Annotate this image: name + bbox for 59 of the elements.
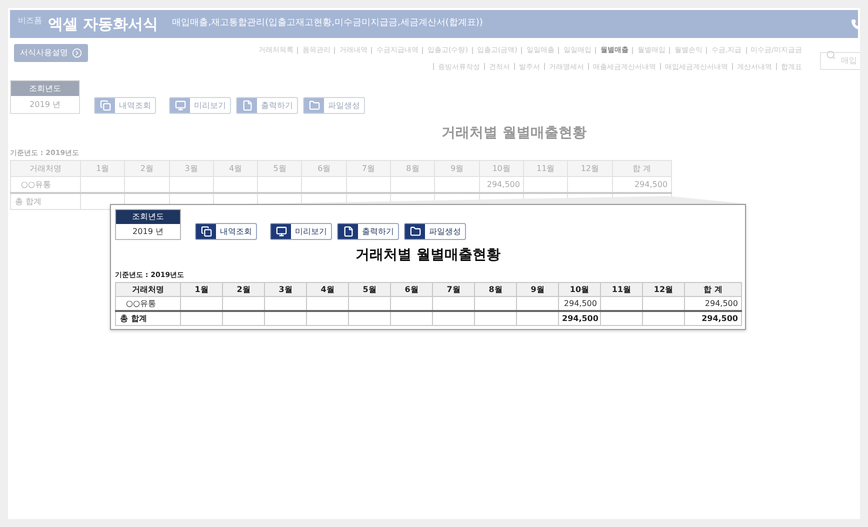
column-header: 1월 [80, 160, 125, 176]
search-icon [826, 50, 836, 60]
toolbar-button[interactable]: 파일생성 [404, 223, 466, 240]
header-subtitle: 매입매출,재고통합관리(입출고재고현황,미수금미지급금,세금계산서(합계표)) [172, 17, 483, 30]
windows-icon [200, 226, 212, 237]
table-cell: ○○유통 [116, 296, 180, 311]
toolbar-button[interactable]: 미리보기 [270, 223, 332, 240]
monitor-icon [174, 100, 186, 111]
column-header: 12월 [642, 282, 684, 296]
table-cell: 294,500 [684, 311, 742, 326]
table-cell: ○○유통 [10, 176, 80, 193]
column-header: 3월 [264, 282, 306, 296]
toolbar-button[interactable]: 파일생성 [303, 97, 365, 114]
column-header: 6월 [302, 160, 346, 176]
column-header: 8월 [390, 160, 435, 176]
column-header: 합 계 [612, 160, 672, 176]
table-cell: 총 합계 [10, 193, 80, 210]
monitor-icon [276, 226, 286, 237]
windows-icon [100, 100, 110, 111]
column-header: 2월 [222, 282, 264, 296]
column-header: 10월 [558, 282, 600, 296]
column-header: 10월 [479, 160, 524, 176]
folder-icon [308, 100, 320, 111]
column-header: 7월 [346, 160, 391, 176]
column-header: 7월 [432, 282, 474, 296]
toolbar-button[interactable]: 출력하기 [236, 97, 298, 114]
column-header: 11월 [600, 282, 642, 296]
guide-button[interactable]: 서식사용설명 [14, 44, 88, 62]
column-header: 거래처명 [10, 160, 80, 176]
column-header: 11월 [523, 160, 568, 176]
column-header: 12월 [568, 160, 612, 176]
report-title: 거래처별 월별매출현황 [356, 246, 500, 264]
document-icon [242, 100, 252, 111]
table-cell: 294,500 [558, 311, 600, 326]
report-title: 거래처별 월별매출현황 [442, 124, 586, 142]
year-label: 조회년도 [116, 210, 180, 224]
column-header: 5월 [258, 160, 302, 176]
column-header: 5월 [348, 282, 390, 296]
column-header: 4월 [213, 160, 258, 176]
column-header: 3월 [169, 160, 214, 176]
column-header: 9월 [516, 282, 558, 296]
column-header: 합 계 [684, 282, 742, 296]
toolbar-button[interactable]: 출력하기 [337, 223, 399, 240]
toolbar-button[interactable]: 내역조회 [94, 97, 156, 114]
table-cell: 총 합계 [116, 311, 180, 326]
year-label: 조회년도 [11, 81, 79, 96]
header-title: 엑셀 자동화서식 [48, 14, 158, 35]
column-header: 6월 [390, 282, 432, 296]
folder-icon [410, 226, 420, 237]
column-header: 4월 [306, 282, 348, 296]
document-icon [342, 226, 354, 237]
column-header: 1월 [180, 282, 222, 296]
toolbar-button[interactable]: 내역조회 [195, 223, 257, 240]
column-header: 2월 [124, 160, 170, 176]
brand-name: 비즈폼 [18, 15, 42, 27]
column-header: 8월 [474, 282, 516, 296]
column-header: 거래처명 [116, 282, 180, 296]
column-header: 9월 [434, 160, 480, 176]
toolbar-button[interactable]: 미리보기 [169, 97, 231, 114]
